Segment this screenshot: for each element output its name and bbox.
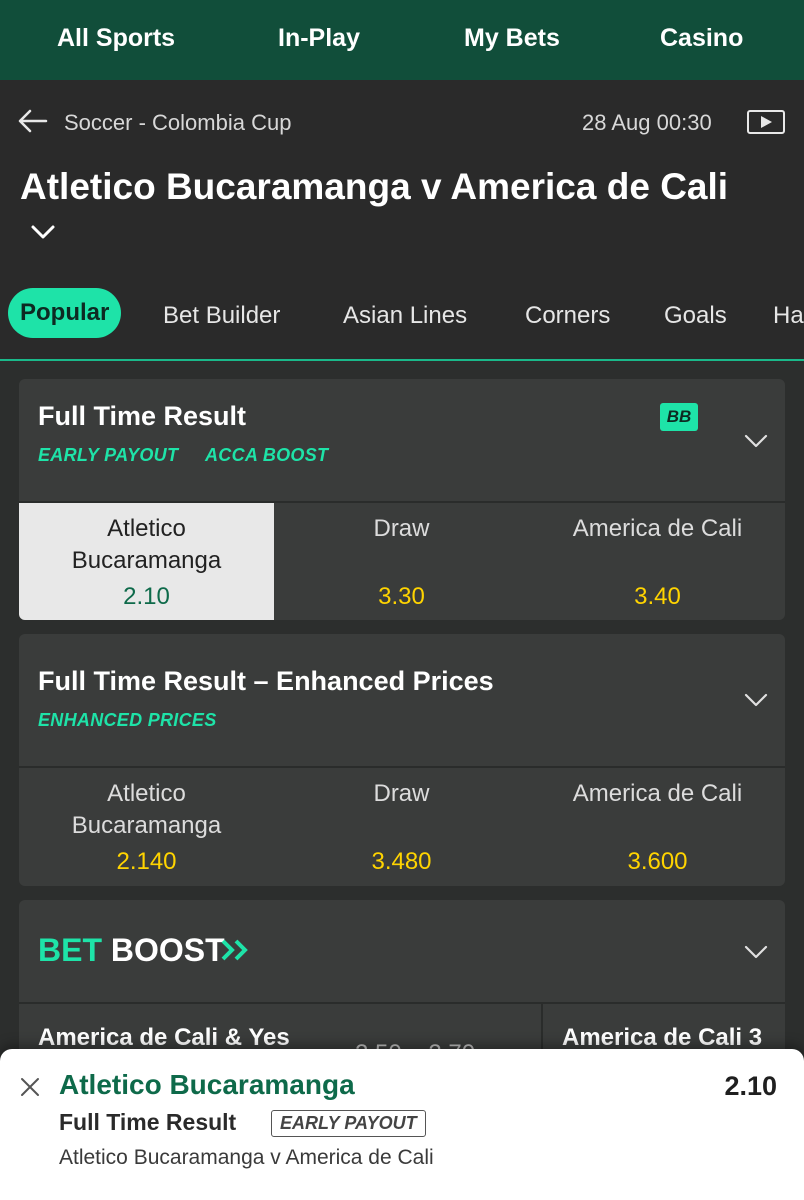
slip-selection: Atletico Bucaramanga	[59, 1069, 355, 1100]
chevron-down-icon[interactable]	[30, 222, 56, 242]
market-tabs: Popular Bet Builder Asian Lines Corners …	[0, 288, 804, 344]
odds-row: Atletico Bucaramanga 2.10 Draw 3.30 Amer…	[19, 501, 785, 620]
selection-name: Atletico Bucaramanga	[19, 503, 274, 577]
nav-my-bets[interactable]: My Bets	[464, 24, 560, 53]
odds-button-draw[interactable]: Draw 3.30	[274, 503, 529, 620]
live-stream-icon[interactable]	[747, 110, 785, 134]
selection-name: America de Cali	[572, 515, 743, 542]
tab-goals[interactable]: Goals	[664, 302, 727, 330]
market-enhanced-prices: Full Time Result – Enhanced Prices ENHAN…	[19, 634, 785, 886]
early-payout-badge: EARLY PAYOUT	[271, 1110, 426, 1137]
selection-price: 3.480	[371, 848, 432, 875]
event-datetime: 28 Aug 00:30	[582, 110, 712, 135]
enhanced-prices-badge: ENHANCED PRICES	[38, 710, 217, 730]
boost-selection-1[interactable]: America de Cali & Yes	[38, 1024, 290, 1052]
bet-boost-title-bet: BET	[38, 932, 102, 968]
selection-name: Atletico Bucaramanga	[19, 768, 274, 842]
odds-button-home[interactable]: Atletico Bucaramanga 2.140	[19, 768, 274, 886]
tab-asian-lines[interactable]: Asian Lines	[343, 302, 467, 330]
double-chevron-right-icon	[221, 939, 248, 961]
tab-popular[interactable]: Popular	[8, 288, 122, 338]
boost-selection-2[interactable]: America de Cali 3	[562, 1024, 762, 1052]
acca-boost-badge: ACCA BOOST	[205, 445, 329, 465]
chevron-down-icon[interactable]	[744, 944, 768, 960]
market-title: Full Time Result – Enhanced Prices	[38, 666, 494, 696]
odds-button-away[interactable]: America de Cali 3.40	[530, 503, 785, 620]
match-title: Atletico Bucaramanga v America de Cali	[20, 166, 729, 207]
selection-name: Draw	[373, 780, 430, 807]
divider	[19, 1002, 785, 1004]
selection-name-line2: Bucaramanga	[71, 812, 222, 839]
nav-casino[interactable]: Casino	[660, 24, 743, 53]
selection-price: 2.10	[123, 583, 170, 610]
selection-name-line1: Atletico	[107, 515, 186, 542]
odds-button-away[interactable]: America de Cali 3.600	[530, 768, 785, 886]
tab-corners[interactable]: Corners	[525, 302, 610, 330]
bet-boost-title: BET BOOST	[38, 932, 225, 969]
top-navigation: All Sports In-Play My Bets Casino	[0, 0, 804, 80]
market-full-time-result: Full Time Result EARLY PAYOUT ACCA BOOST…	[19, 379, 785, 620]
tabs-underline	[0, 359, 804, 361]
slip-event: Atletico Bucaramanga v America de Cali	[59, 1146, 434, 1169]
odds-row: Atletico Bucaramanga 2.140 Draw 3.480 Am…	[19, 766, 785, 886]
early-payout-badge: EARLY PAYOUT	[38, 445, 179, 465]
breadcrumb[interactable]: Soccer - Colombia Cup	[64, 110, 291, 136]
selection-name-line2: Bucaramanga	[71, 547, 222, 574]
selection-price: 2.140	[116, 848, 177, 875]
bet-slip[interactable]: Atletico Bucaramanga 2.10 Full Time Resu…	[0, 1049, 804, 1200]
back-arrow-icon[interactable]	[18, 108, 48, 134]
nav-in-play[interactable]: In-Play	[278, 24, 360, 53]
selection-name-line1: Atletico	[107, 780, 186, 807]
chevron-down-icon[interactable]	[744, 692, 768, 708]
bet-boost-title-boost: BOOST	[110, 932, 225, 968]
selection-name: America de Cali	[572, 780, 743, 807]
selection-price: 3.600	[627, 848, 688, 875]
bet-builder-badge: BB	[660, 403, 698, 431]
odds-button-draw[interactable]: Draw 3.480	[274, 768, 529, 886]
selection-name: Draw	[373, 515, 430, 542]
selection-price: 3.40	[634, 583, 681, 610]
selection-price: 3.30	[378, 583, 425, 610]
slip-market: Full Time Result	[59, 1109, 237, 1135]
nav-all-sports[interactable]: All Sports	[57, 24, 175, 53]
tab-bet-builder[interactable]: Bet Builder	[163, 302, 280, 330]
odds-button-home[interactable]: Atletico Bucaramanga 2.10	[19, 503, 274, 620]
chevron-down-icon[interactable]	[744, 433, 768, 449]
close-icon[interactable]	[20, 1077, 40, 1097]
market-title: Full Time Result	[38, 401, 247, 431]
tab-ha-truncated[interactable]: Ha	[773, 302, 804, 330]
slip-odds: 2.10	[724, 1071, 777, 1101]
